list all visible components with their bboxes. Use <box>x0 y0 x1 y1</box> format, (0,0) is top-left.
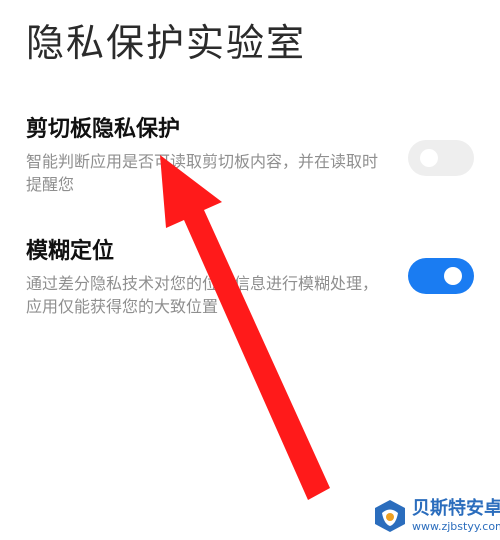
setting-row-fuzzy-location[interactable]: 模糊定位 通过差分隐私技术对您的位置信息进行模糊处理，应用仅能获得您的大致位置 <box>26 236 474 318</box>
toggle-knob <box>420 149 438 167</box>
clipboard-privacy-toggle[interactable] <box>408 140 474 176</box>
watermark-logo-icon <box>375 500 405 532</box>
arrow-shape <box>160 155 330 500</box>
page-title: 隐私保护实验室 <box>26 21 307 65</box>
fuzzy-location-toggle[interactable] <box>408 258 474 294</box>
setting-description: 智能判断应用是否可读取剪切板内容，并在读取时提醒您 <box>26 152 379 194</box>
setting-description: 通过差分隐私技术对您的位置信息进行模糊处理，应用仅能获得您的大致位置 <box>26 274 379 316</box>
watermark-name: 贝斯特安卓网 <box>412 498 500 519</box>
setting-title: 剪切板隐私保护 <box>26 117 181 142</box>
watermark: 贝斯特安卓网 www.zjbstyy.com <box>372 498 500 534</box>
setting-row-clipboard-privacy[interactable]: 剪切板隐私保护 智能判断应用是否可读取剪切板内容，并在读取时提醒您 <box>26 114 474 196</box>
watermark-url: www.zjbstyy.com <box>412 520 500 533</box>
setting-title: 模糊定位 <box>26 239 115 264</box>
toggle-knob <box>444 267 462 285</box>
